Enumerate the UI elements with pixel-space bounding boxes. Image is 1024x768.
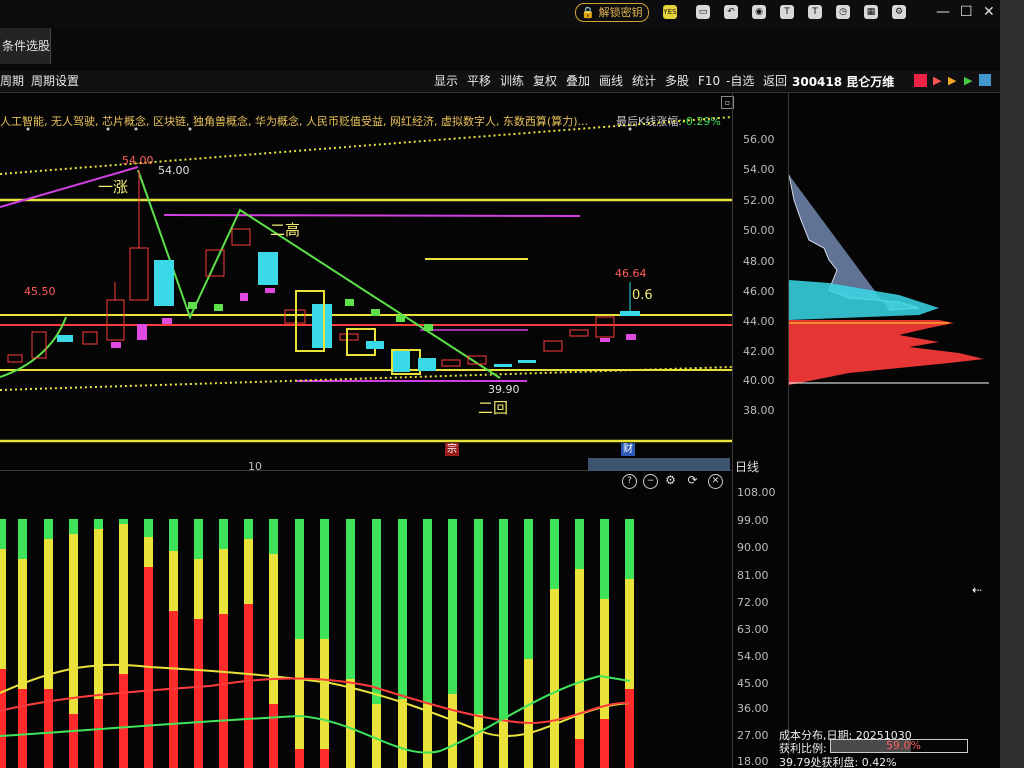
event-markers — [26, 127, 632, 131]
app-window: 🔒 解锁密钥 YES ▭ ↶ ◉ T T ◷ ▦ ⚙ — ☐ ✕ 条件选股 周期… — [0, 0, 1000, 768]
arrow-orange-icon[interactable]: ▶ — [948, 74, 956, 87]
yes-badge-icon[interactable]: YES — [663, 5, 677, 19]
training-button[interactable]: 训练 — [500, 73, 524, 89]
er-hui-label: 二回 — [478, 399, 509, 417]
return-button[interactable]: 返回 — [763, 73, 787, 89]
chart-toolbar: 周期 周期设置 显示 平移 训练 复权 叠加 画线 统计 多股 F10 -自选 … — [0, 70, 1000, 93]
period-label: 日线 — [735, 460, 760, 474]
message-icon[interactable]: ▭ — [696, 5, 710, 19]
left-price-label: 45.50 — [24, 285, 56, 298]
pan-button[interactable]: 平移 — [467, 73, 491, 89]
grid-icon[interactable]: ▦ — [864, 5, 878, 19]
back-icon[interactable]: ↶ — [724, 5, 738, 19]
profit-ratio-bar: 59.0% — [830, 739, 968, 753]
arrow-red-icon[interactable]: ▶ — [933, 74, 941, 87]
profit-ratio-value: 59.0% — [886, 739, 921, 752]
draw-line-button[interactable]: 画线 — [599, 73, 623, 89]
high-price-label-2: 54.00 — [158, 164, 190, 177]
minimize-icon[interactable]: — — [936, 4, 950, 20]
yi-zhang-label: 一涨 — [98, 178, 129, 196]
tab-row: 条件选股 — [0, 26, 1000, 68]
title-bar: 🔒 解锁密钥 YES ▭ ↶ ◉ T T ◷ ▦ ⚙ — ☐ ✕ — [0, 0, 1000, 26]
dotted-trend-top — [0, 116, 732, 175]
er-gao-label: 二高 — [270, 221, 301, 239]
stock-title: 300418 昆仑万维 — [792, 75, 895, 89]
period-settings-button[interactable]: 周期设置 — [31, 73, 79, 89]
text-icon[interactable]: T — [808, 5, 822, 19]
window-icon[interactable] — [979, 74, 991, 86]
maximize-icon[interactable]: ☐ — [960, 4, 973, 20]
close-icon[interactable]: ✕ — [983, 4, 995, 20]
add-watchlist-button[interactable]: -自选 — [726, 73, 754, 89]
indicator-chart — [0, 519, 634, 768]
overlay-button[interactable]: 叠加 — [566, 73, 590, 89]
monitor-edge — [1000, 0, 1024, 768]
peak-price-label: 46.64 — [615, 267, 647, 280]
cost-distribution-chart — [789, 174, 989, 385]
low-price-label: 39.90 — [488, 383, 520, 396]
adjust-button[interactable]: 复权 — [533, 73, 557, 89]
cai-tag[interactable]: 财 — [621, 443, 635, 456]
settings-gear-icon[interactable]: ⚙ — [892, 5, 906, 19]
f10-button[interactable]: F10 — [698, 73, 720, 89]
shirt-icon[interactable]: T — [780, 5, 794, 19]
display-button[interactable]: 显示 — [434, 73, 458, 89]
clock-icon[interactable]: ◷ — [836, 5, 850, 19]
high-price-label: 54.00 — [122, 154, 154, 167]
arrow-green-icon[interactable]: ▶ — [964, 74, 972, 87]
tab-condition-selection[interactable]: 条件选股 — [0, 28, 51, 64]
statistics-button[interactable]: 统计 — [632, 73, 656, 89]
record-icon[interactable]: ◉ — [752, 5, 766, 19]
magenta-line-top — [163, 214, 581, 217]
zong-tag[interactable]: 宗 — [445, 443, 459, 456]
unlock-key-button[interactable]: 🔒 解锁密钥 — [575, 3, 649, 22]
ratio-mark-label: 0.6 — [632, 288, 653, 303]
profit-at-price: 39.79处获利盘: 0.42% — [779, 756, 897, 768]
unlock-key-label: 解锁密钥 — [598, 6, 643, 19]
multi-stock-button[interactable]: 多股 — [665, 73, 689, 89]
candlestick-chart — [0, 116, 732, 443]
flag-icon[interactable] — [914, 74, 927, 87]
axis-divider — [732, 92, 733, 768]
chip-red-area — [789, 320, 984, 385]
period-button[interactable]: 周期 — [0, 73, 24, 89]
chart-scrollbar[interactable] — [588, 458, 730, 471]
cursor-arrow-icon: ⇠ — [972, 583, 983, 597]
